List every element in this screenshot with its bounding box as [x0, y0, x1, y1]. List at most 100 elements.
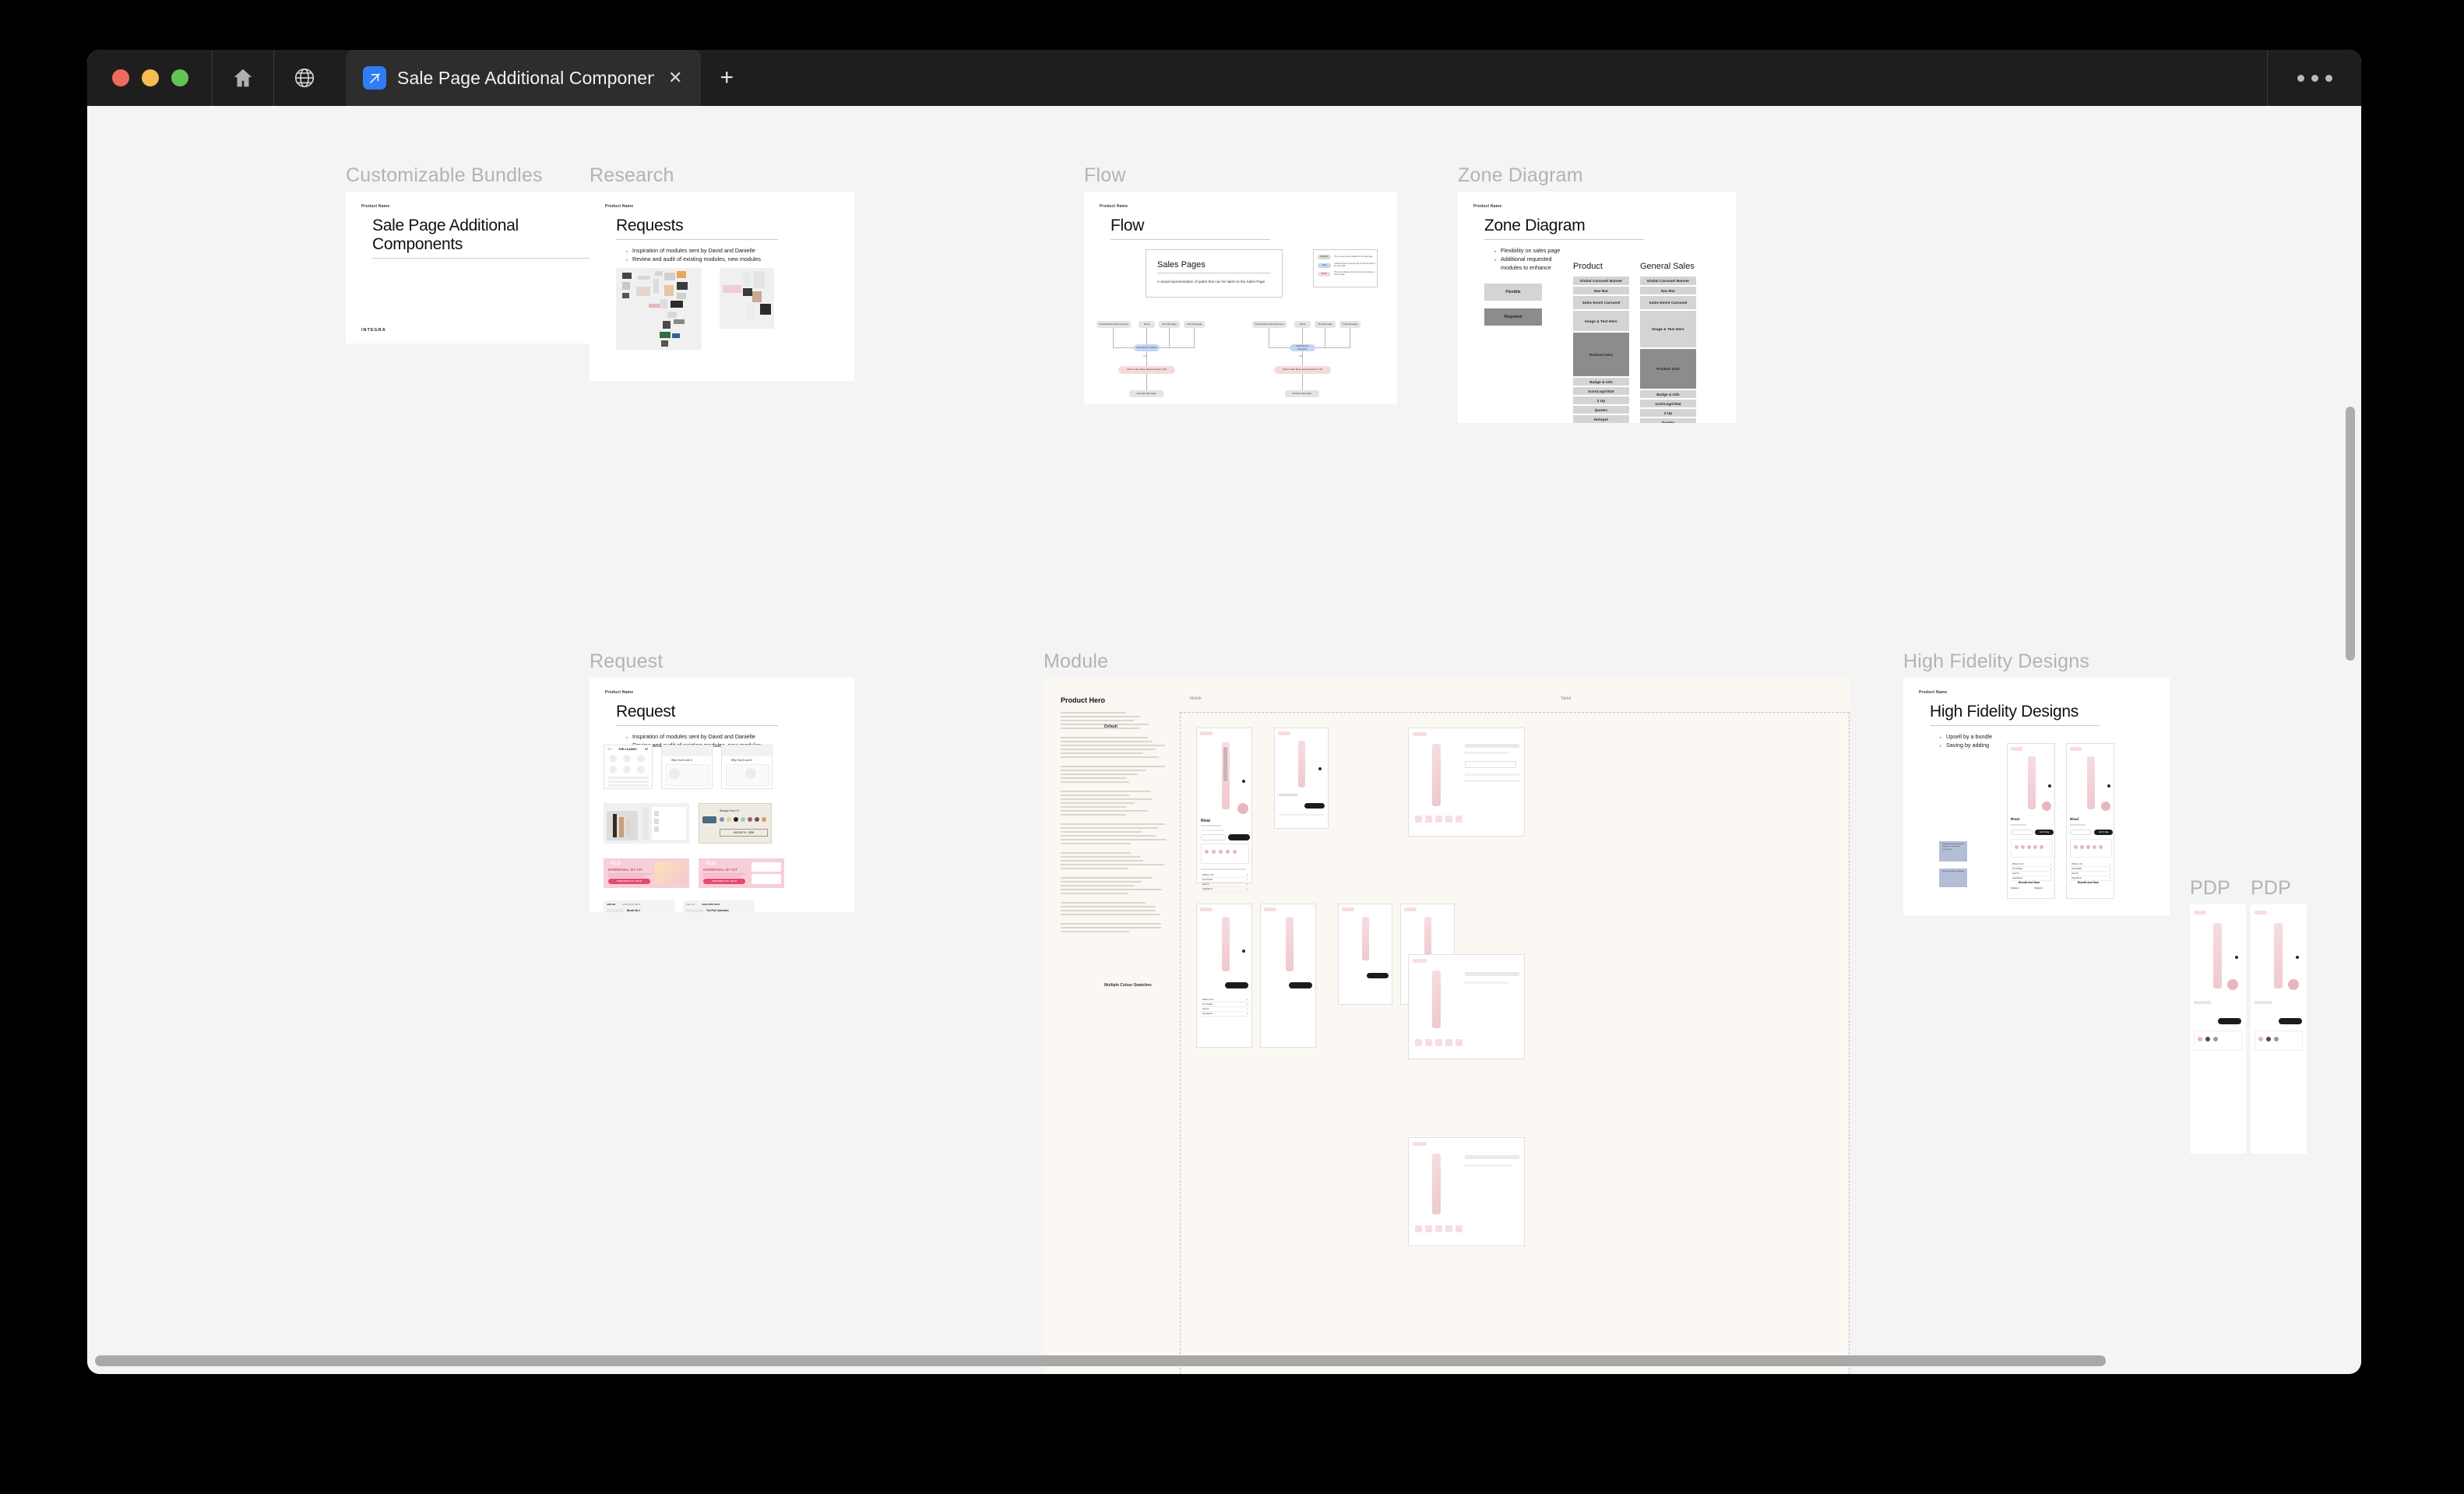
tab-strip: Sale Page Additional Components ✕ + [335, 50, 2267, 106]
title-rule [616, 725, 778, 726]
frame-label[interactable]: Request [590, 650, 664, 673]
module-device-2 [1274, 728, 1329, 829]
close-icon[interactable]: ✕ [665, 66, 685, 90]
accordion-row[interactable]: Ingredients + [1201, 1012, 1249, 1017]
frame-zone-diagram[interactable]: Zone Diagram Product Name Zone Diagram F… [1458, 192, 1736, 423]
zone-column-heading: Product [1573, 262, 1629, 271]
accordion-label: Ingredients [2072, 877, 2082, 879]
frame-label[interactable]: PDP [2251, 877, 2291, 900]
addon-tab-a: ADD-ON [607, 903, 615, 906]
frame-label[interactable]: Zone Diagram [1458, 164, 1583, 187]
flow-a-edge-label: Yes [1143, 355, 1146, 358]
slide-title-text: High Fidelity Designs [1930, 703, 2154, 721]
plus-icon: + [1246, 883, 1248, 886]
dot-2-icon [2311, 75, 2318, 82]
figma-canvas[interactable]: Customizable Bundles Product Name Sale P… [87, 106, 2361, 1374]
hifi-card-a-title: Product 1 [2011, 887, 2019, 890]
frame-label[interactable]: High Fidelity Designs [1903, 650, 2089, 673]
bullet-item: Upsell by a bundle [1939, 732, 2154, 741]
frame-content: Product Name Request Inspiration of modu… [590, 678, 854, 912]
frame-label[interactable]: Customizable Bundles [346, 164, 543, 187]
accordion-label: Ingredients [1202, 1013, 1213, 1015]
frame-label[interactable]: PDP [2190, 877, 2230, 900]
module-device-8 [1408, 954, 1525, 1059]
frame-label[interactable]: Flow [1084, 164, 1126, 187]
legend-chip-entered: Entered [1318, 255, 1331, 259]
zone-block: Image & Text Hero [1573, 311, 1629, 331]
dot-3-icon [2325, 75, 2332, 82]
module-sub-heading: Multiple Colour Swatches [1104, 983, 1153, 988]
new-tab-button[interactable]: + [706, 62, 748, 94]
zone-legend: Flexible Required [1484, 284, 1542, 333]
spec-paragraph [1061, 737, 1170, 758]
close-window-button[interactable] [112, 69, 129, 86]
accordion-label: How To [2012, 872, 2019, 875]
accordion-row[interactable]: Ingredients + [1201, 887, 1249, 892]
maximize-window-button[interactable] [171, 69, 188, 86]
request-mock-promo-b: FLO HORMONAL ZIT KIT SUBSCRIBE NOW · $64… [699, 858, 784, 888]
zone-block: Badge & Info [1573, 378, 1629, 386]
flow-b-source-3: Text Message [1315, 321, 1336, 328]
bullet-item: Review and audit of existing modules, ne… [625, 255, 839, 263]
module-default-heading: Default [1104, 724, 1151, 729]
module-device-5 [1260, 904, 1316, 1048]
sticky-note-a-text-2: e.g. 170, 173 [1939, 848, 1967, 851]
frame-pdp-1[interactable]: PDP [2190, 904, 2246, 1154]
slide-title-text: Sale Page Additional Components [372, 217, 599, 254]
slide-title-text: Requests [616, 217, 839, 235]
plus-icon: + [2050, 868, 2051, 870]
promo-title-2: HORMONAL ZIT KIT [703, 868, 737, 872]
frame-customizable-bundles[interactable]: Customizable Bundles Product Name Sale P… [346, 192, 614, 344]
frame-research[interactable]: Research Product Name Requests Inspirati… [590, 192, 854, 381]
plus-icon: + [2050, 872, 2051, 875]
horizontal-scrollbar[interactable] [95, 1355, 2106, 1366]
globe-button[interactable] [274, 50, 335, 106]
accordion-label: The Details [1202, 1003, 1213, 1006]
plus-icon: + [1246, 1003, 1248, 1006]
flow-b-source-2: Email [1294, 321, 1311, 328]
minimize-window-button[interactable] [142, 69, 159, 86]
slide-brand: INTEGRA [361, 328, 386, 333]
frame-module[interactable]: Module Product Hero Default Multiple Col… [1044, 678, 1850, 1374]
hifi-cta-a: Add To Bag [2040, 831, 2049, 833]
plus-icon: + [1246, 1013, 1248, 1015]
slide-requests: Product Name Requests Inspiration of mod… [590, 192, 854, 381]
frame-pdp-2[interactable]: PDP [2251, 904, 2307, 1154]
plus-icon: + [2109, 868, 2110, 870]
plus-icon: + [1246, 888, 1248, 890]
mock-brand-label: THE CLASSIC [618, 748, 637, 751]
titlebar-right [2267, 50, 2361, 106]
frame-label[interactable]: Module [1044, 650, 1108, 673]
zone-column-product: Product Global Carousel Banner Nav Bar Sal… [1573, 262, 1629, 423]
zone-block: Nav Bar [1640, 287, 1696, 294]
frame-flow[interactable]: Flow Product Name Flow Sales Pages A vis… [1084, 192, 1397, 404]
zone-block: Sales Event Carousel [1640, 296, 1696, 309]
research-collage-a [616, 268, 702, 350]
slide-flow: Product Name Flow Sales Pages A visual r… [1084, 192, 1397, 404]
flow-b-action: Click "Learn More about Product" CTA [1274, 366, 1331, 374]
accordion-label: The Details [2012, 868, 2022, 870]
title-rule [1111, 239, 1270, 240]
overflow-menu-button[interactable] [2268, 50, 2361, 106]
zone-blocks: Global Carousel Banner Nav Bar Sales Event… [1640, 277, 1696, 423]
bullet-text: Additional requested modules to enhance [1501, 255, 1552, 271]
zone-block: Icon/Logo/Stat [1573, 387, 1629, 395]
home-button[interactable] [213, 50, 273, 106]
vertical-scrollbar[interactable] [2346, 407, 2355, 661]
frame-request[interactable]: Request Product Name Request Inspiration… [590, 678, 854, 912]
addon-tab-b-2: SAVE WITH SETS [702, 903, 720, 906]
slide-title: Product Name Sale Page Additional Compon… [346, 192, 614, 344]
slide-title-text: Zone Diagram [1484, 217, 1720, 235]
frame-high-fidelity-designs[interactable]: High Fidelity Designs Product Name High … [1903, 678, 2170, 915]
bullet-text: Upsell by a bundle [1946, 733, 1992, 740]
slide-eyebrow: Product Name [1919, 690, 2154, 695]
accordion-label: What's It For [1202, 874, 1214, 876]
title-rule [1930, 725, 2100, 726]
zone-block: Nav Bar [1573, 287, 1629, 294]
module-device-9 [1408, 1137, 1525, 1246]
tab-sale-page-additional-components[interactable]: Sale Page Additional Components ✕ [346, 50, 701, 106]
spec-paragraph [1061, 766, 1170, 783]
module-heading: Product Hero [1061, 696, 1170, 704]
zone-blocks: Global Carousel Banner Nav Bar Sales Event… [1573, 277, 1629, 423]
frame-label[interactable]: Research [590, 164, 674, 187]
